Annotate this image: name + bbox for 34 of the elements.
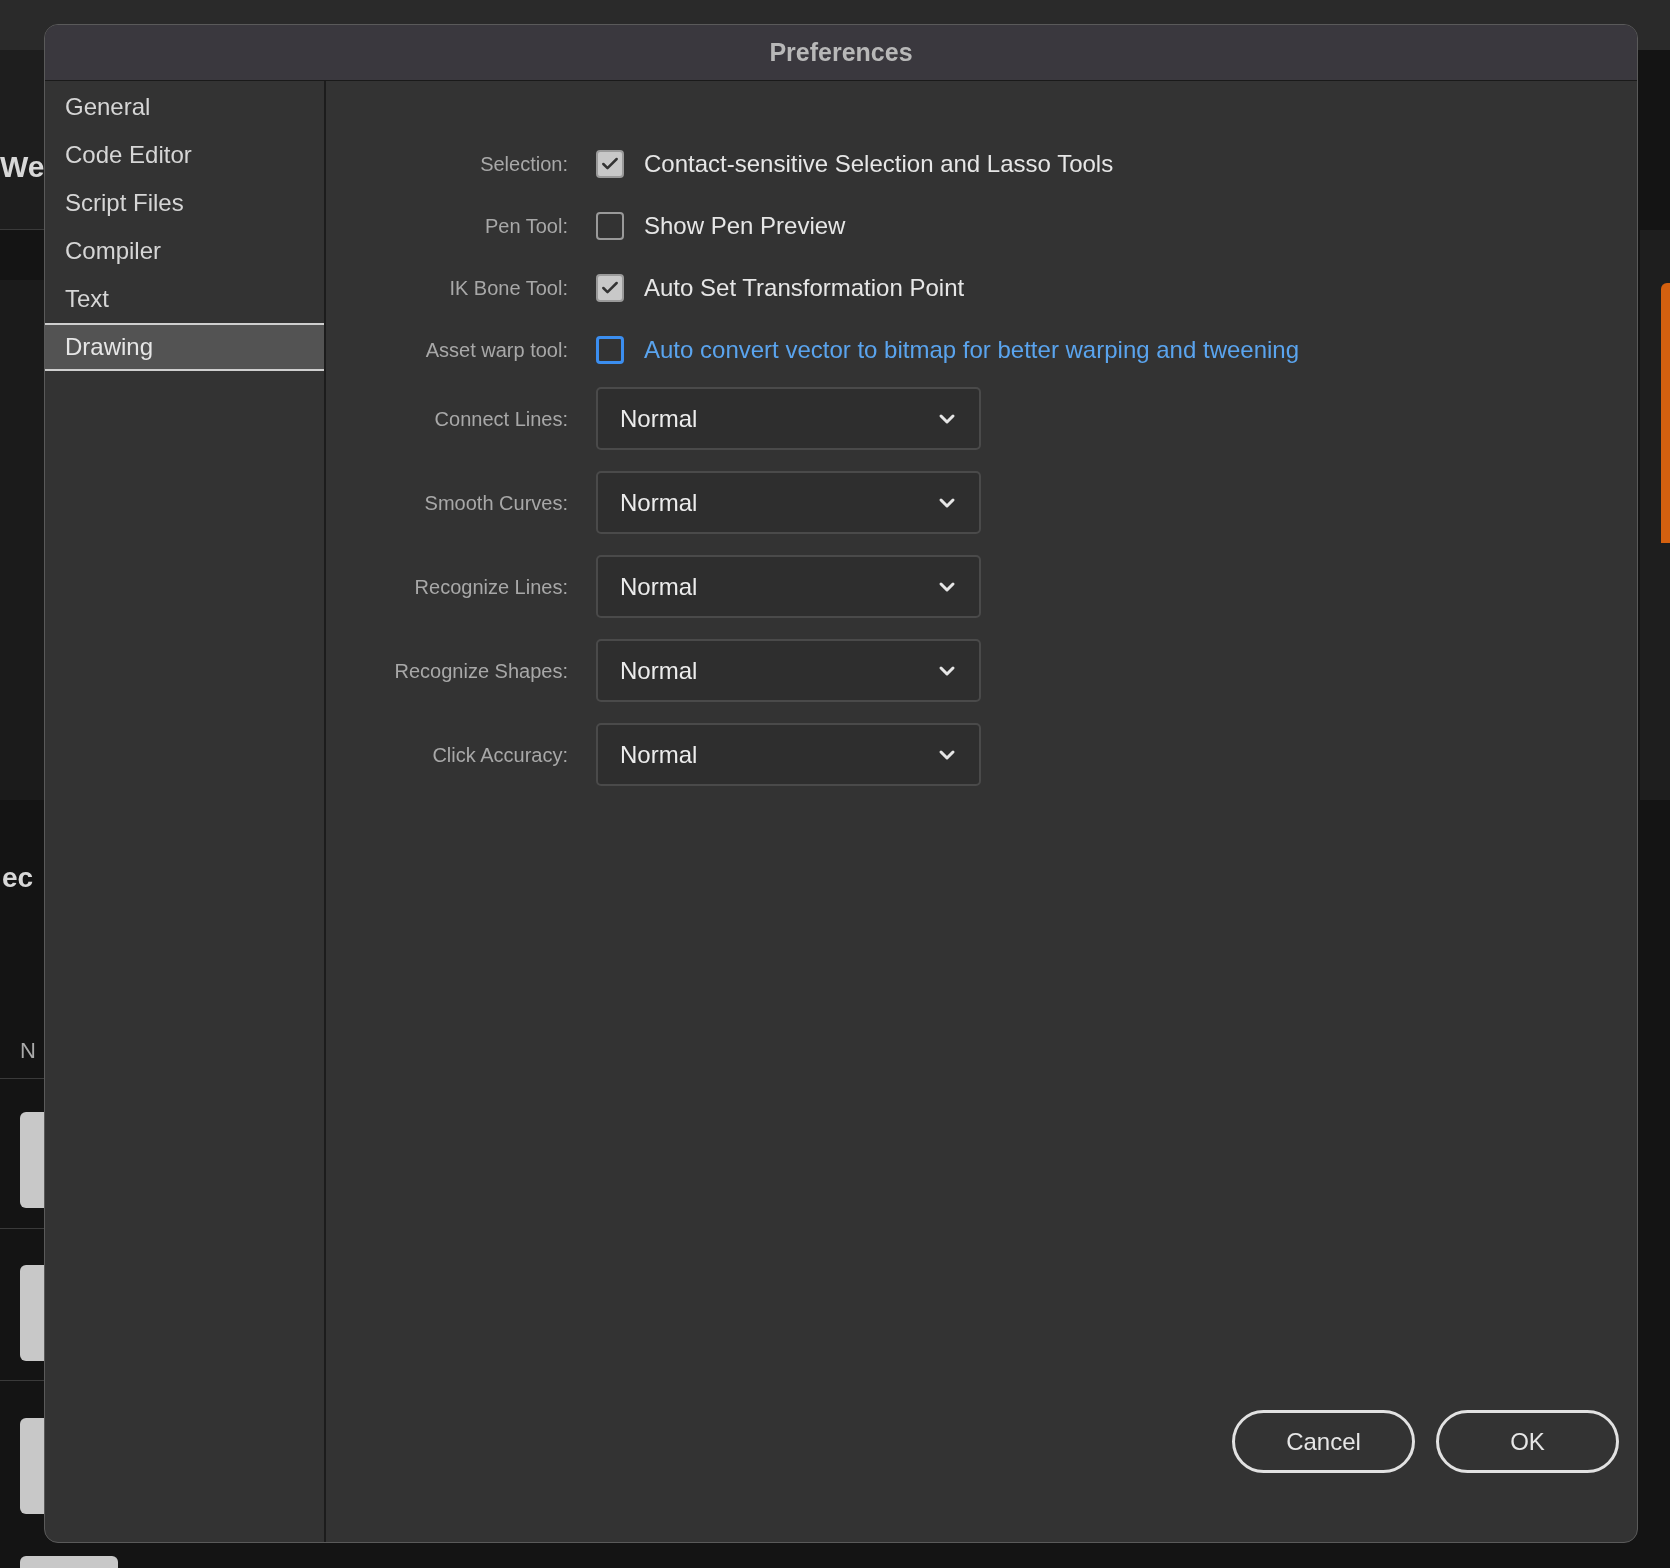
option-label: Recognize Shapes: xyxy=(393,658,568,684)
option-label: Click Accuracy: xyxy=(431,742,568,768)
sidebar-item[interactable]: Drawing xyxy=(45,323,324,371)
checkbox[interactable] xyxy=(596,274,624,302)
option-label: Smooth Curves: xyxy=(423,490,568,516)
option-label: Connect Lines: xyxy=(433,406,568,432)
dropdown[interactable]: Normal xyxy=(596,471,981,534)
dropdown[interactable]: Normal xyxy=(596,639,981,702)
dropdown[interactable]: Normal xyxy=(596,555,981,618)
window-title: Preferences xyxy=(769,36,913,68)
option-label: IK Bone Tool: xyxy=(448,276,568,301)
option-label: Asset warp tool: xyxy=(424,338,568,363)
checkbox[interactable] xyxy=(596,336,624,364)
sidebar-item[interactable]: Text xyxy=(45,275,324,323)
option-label: Pen Tool: xyxy=(483,214,568,239)
page-heading: We xyxy=(0,152,45,182)
sidebar-item[interactable]: General xyxy=(45,83,324,131)
checkbox-label[interactable]: Auto Set Transformation Point xyxy=(644,270,965,306)
option-label: Selection: xyxy=(479,152,568,177)
checkbox[interactable] xyxy=(596,212,624,240)
option-label: Recognize Lines: xyxy=(413,574,568,600)
checkbox[interactable] xyxy=(596,150,624,178)
checkbox-label[interactable]: Show Pen Preview xyxy=(644,208,846,244)
dropdown[interactable]: Normal xyxy=(596,387,981,450)
sidebar-item[interactable]: Code Editor xyxy=(45,131,324,179)
checkbox-label[interactable]: Auto convert vector to bitmap for better warping and tweening xyxy=(644,332,1300,368)
sidebar-item[interactable]: Script Files xyxy=(45,179,324,227)
sidebar-item[interactable]: Compiler xyxy=(45,227,324,275)
column-header: N xyxy=(20,1040,36,1062)
checkbox-label[interactable]: Contact-sensitive Selection and Lasso Tools xyxy=(644,146,1114,182)
cancel-button[interactable]: Cancel xyxy=(1232,1410,1415,1473)
ok-button[interactable]: OK xyxy=(1436,1410,1619,1473)
section-heading: ec xyxy=(2,864,34,892)
dropdown[interactable]: Normal xyxy=(596,723,981,786)
